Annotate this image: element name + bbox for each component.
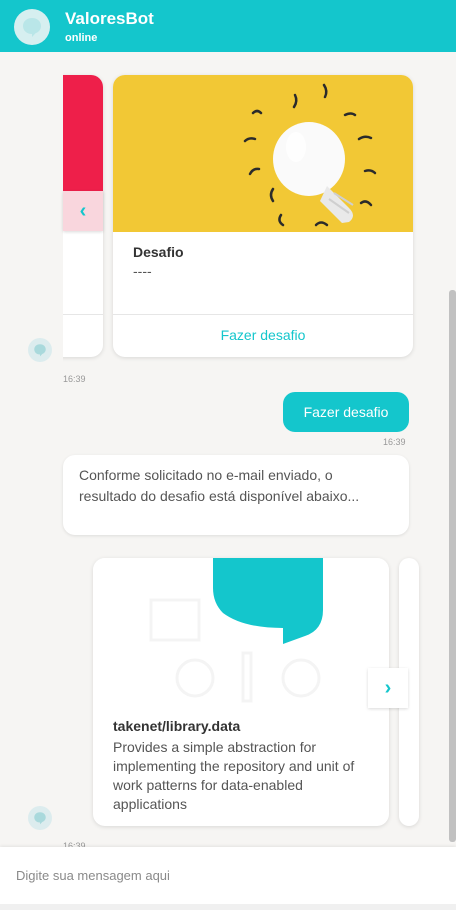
message-time: 16:39 xyxy=(383,437,406,447)
card-title: Desafio xyxy=(133,244,184,260)
bot-avatar-small xyxy=(28,338,52,362)
chat-header: ValoresBot online xyxy=(0,0,456,52)
chat-bubble-icon xyxy=(23,18,41,37)
user-message-bubble: Fazer desafio xyxy=(283,392,409,432)
carousel-next-button[interactable]: › xyxy=(368,668,408,708)
bot-avatar-small xyxy=(28,806,52,830)
bottom-strip xyxy=(0,904,456,910)
card-subtitle: ---- xyxy=(133,263,152,279)
bot-status: online xyxy=(65,32,98,44)
chevron-left-icon: ‹ xyxy=(79,199,87,222)
chat-gutter xyxy=(0,52,63,852)
message-composer xyxy=(0,847,456,904)
chevron-right-icon: › xyxy=(384,676,392,699)
take-logo-image xyxy=(93,558,389,708)
bot-avatar xyxy=(14,9,50,45)
fazer-desafio-button[interactable]: Fazer desafio xyxy=(113,315,413,357)
bot-message-bubble: Conforme solicitado no e-mail enviado, o… xyxy=(63,455,409,535)
carousel-card-library: takenet/library.data Provides a simple a… xyxy=(93,558,389,826)
chat-window: ValoresBot online Desafio ---- Fazer des… xyxy=(0,0,456,910)
chat-bubble-icon xyxy=(34,344,46,357)
card-title: takenet/library.data xyxy=(113,718,241,734)
bot-name: ValoresBot xyxy=(65,9,154,28)
lightbulb-image xyxy=(113,75,413,232)
chat-bubble-icon xyxy=(34,812,46,825)
carousel-prev-button[interactable]: ‹ xyxy=(63,191,103,231)
message-input[interactable] xyxy=(16,863,436,887)
message-time: 16:39 xyxy=(63,374,86,384)
chat-scrollbar[interactable] xyxy=(449,290,456,842)
card-description: Provides a simple abstraction for implem… xyxy=(113,739,355,812)
carousel-card-desafio: Desafio ---- Fazer desafio xyxy=(113,75,413,357)
